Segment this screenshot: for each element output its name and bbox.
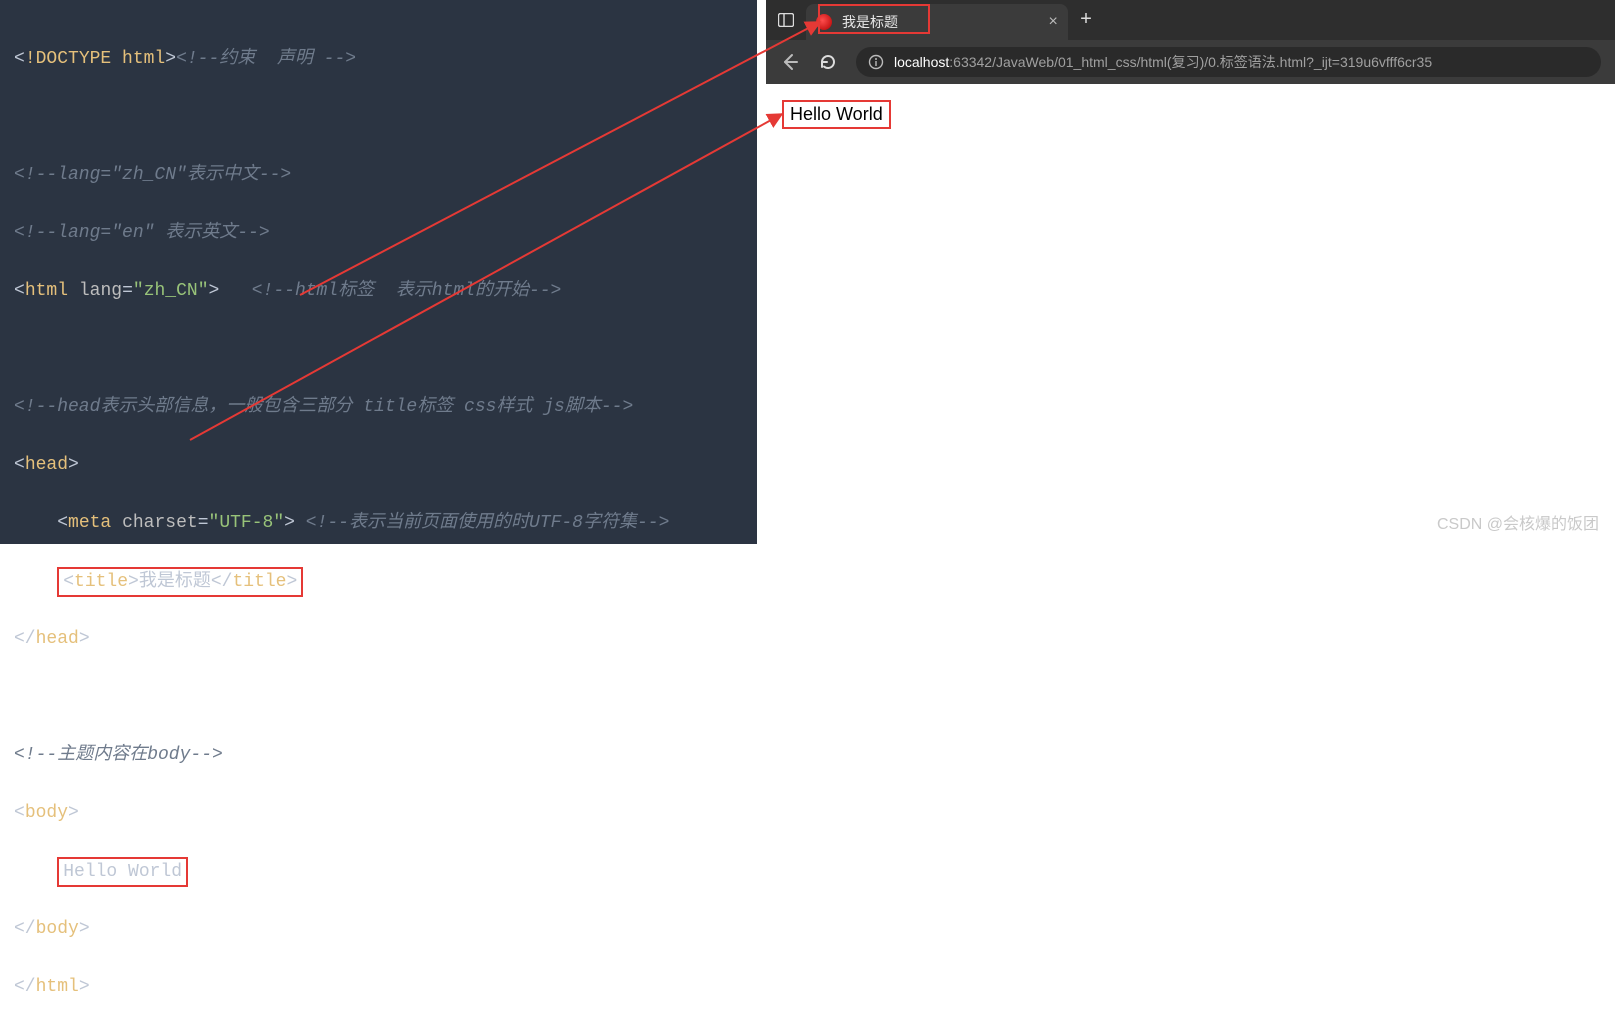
html-close-tag: html xyxy=(36,977,79,997)
refresh-icon xyxy=(818,52,838,72)
body-open-tag: body xyxy=(25,803,68,823)
comment: <!--html标签 表示html的开始--> xyxy=(252,281,562,301)
tab-bar: 我是标题 × + xyxy=(766,0,1615,40)
url-host: localhost xyxy=(894,54,949,70)
browser-window: 我是标题 × + localhost:63342/JavaWeb/01_html… xyxy=(766,0,1615,544)
new-tab-button[interactable]: + xyxy=(1068,0,1104,40)
panel-icon xyxy=(778,13,794,27)
comment: <!--lang="en" 表示英文--> xyxy=(14,223,270,243)
info-icon xyxy=(868,54,884,70)
watermark: CSDN @会核爆的饭团 xyxy=(1437,510,1599,534)
comment: <!--表示当前页面使用的时UTF-8字符集--> xyxy=(306,513,670,533)
refresh-button[interactable] xyxy=(818,52,838,72)
html-open-tag: html xyxy=(25,281,68,301)
title-tag-highlight: <title>我是标题</title> xyxy=(57,567,303,597)
back-button[interactable] xyxy=(780,52,800,72)
address-bar[interactable]: localhost:63342/JavaWeb/01_html_css/html… xyxy=(856,47,1601,77)
url-path: :63342/JavaWeb/01_html_css/html(复习)/0.标签… xyxy=(949,54,1432,70)
page-text: Hello World xyxy=(790,104,883,124)
head-open-tag: head xyxy=(25,455,68,475)
tab-panel-button[interactable] xyxy=(766,0,806,40)
comment: <!--lang="zh_CN"表示中文--> xyxy=(14,165,291,185)
code-editor: <!DOCTYPE html><!--约束 声明 --> <!--lang="z… xyxy=(0,0,757,544)
doctype-tag: !DOCTYPE html xyxy=(25,49,165,69)
page-content: Hello World xyxy=(766,84,1615,544)
meta-tag: meta xyxy=(68,513,111,533)
close-tab-button[interactable]: × xyxy=(1048,13,1058,31)
page-text-highlight: Hello World xyxy=(782,100,891,129)
head-close-tag: head xyxy=(36,629,79,649)
comment: <!--约束 声明 --> xyxy=(176,49,356,69)
comment: <!--主题内容在body--> xyxy=(14,745,223,765)
tab-title-highlight xyxy=(818,4,930,34)
address-toolbar: localhost:63342/JavaWeb/01_html_css/html… xyxy=(766,40,1615,84)
body-close-tag: body xyxy=(36,919,79,939)
comment: <!--head表示头部信息，一般包含三部分 title标签 css样式 js脚… xyxy=(14,397,633,417)
arrow-left-icon xyxy=(780,52,800,72)
body-text-highlight: Hello World xyxy=(57,857,188,887)
